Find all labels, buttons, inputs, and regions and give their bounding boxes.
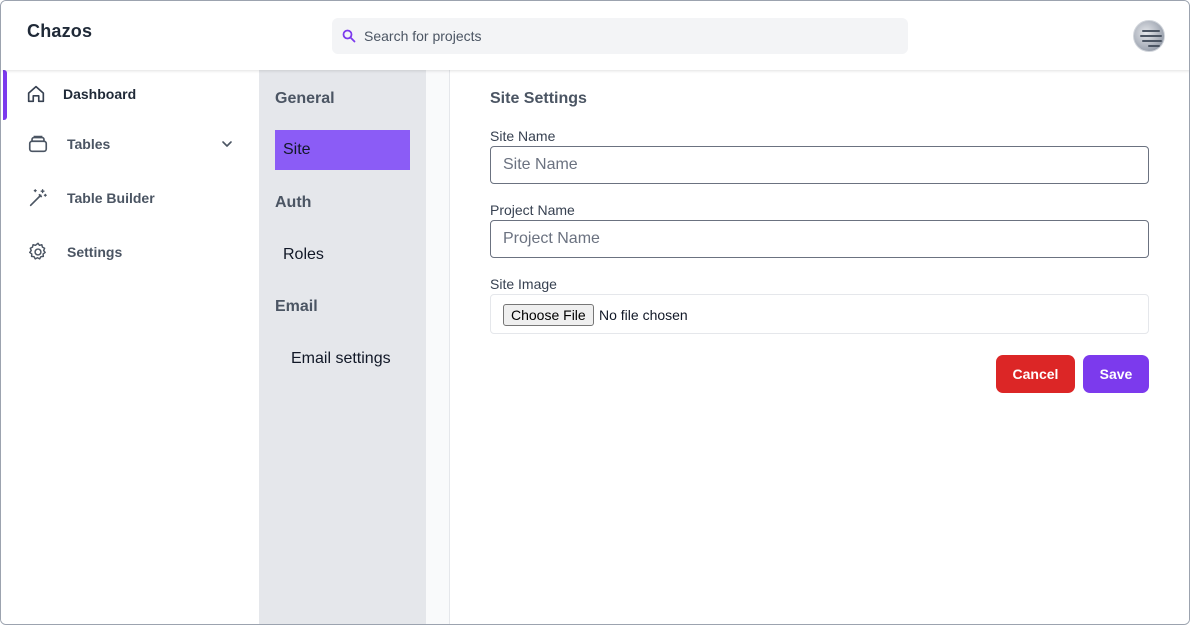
- sidebar-item-dashboard[interactable]: Dashboard: [1, 70, 259, 120]
- search-input[interactable]: [364, 18, 894, 54]
- site-name-input[interactable]: [490, 146, 1149, 184]
- cancel-button[interactable]: Cancel: [996, 355, 1075, 393]
- app-window: Chazos Dashboard: [0, 0, 1190, 625]
- subnav-item-email-settings[interactable]: Email settings: [291, 350, 391, 368]
- site-name-label: Site Name: [490, 128, 556, 144]
- site-image-label: Site Image: [490, 276, 557, 292]
- active-indicator: [3, 70, 7, 120]
- subnav-heading-general: General: [275, 90, 335, 107]
- chevron-down-icon[interactable]: [220, 137, 234, 151]
- brand-logo[interactable]: Chazos: [27, 21, 92, 42]
- gear-icon: [29, 242, 46, 260]
- sidebar-item-label: Tables: [67, 136, 111, 152]
- sidebar-item-table-builder[interactable]: Table Builder: [1, 174, 259, 224]
- sidebar-item-label: Settings: [67, 244, 123, 260]
- magic-wand-icon: [29, 189, 47, 207]
- subnav-item-site[interactable]: Site: [275, 130, 410, 170]
- site-settings-panel: Site Settings Site Name Project Name Sit…: [450, 70, 1189, 624]
- file-status-text: No file chosen: [599, 307, 688, 323]
- choose-file-button[interactable]: Choose File: [503, 304, 594, 326]
- stack-icon: [28, 135, 48, 153]
- subnav-heading-email: Email: [275, 298, 318, 315]
- sidebar-item-settings[interactable]: Settings: [1, 228, 259, 278]
- sidebar-item-label: Dashboard: [63, 86, 137, 102]
- project-name-input[interactable]: [490, 220, 1149, 258]
- project-name-label: Project Name: [490, 202, 575, 218]
- site-image-file-input[interactable]: Choose File No file chosen: [490, 294, 1149, 334]
- home-icon: [27, 85, 45, 103]
- search-icon: [342, 29, 356, 43]
- settings-subnav: General Site Auth Roles Email Email sett…: [259, 70, 426, 624]
- sidebar-item-tables[interactable]: Tables: [1, 120, 259, 170]
- subnav-item-roles[interactable]: Roles: [283, 246, 324, 264]
- user-avatar[interactable]: [1133, 20, 1165, 52]
- subnav-heading-auth: Auth: [275, 194, 312, 211]
- save-button[interactable]: Save: [1083, 355, 1149, 393]
- sidebar: Dashboard Tables Table Builder Settings: [1, 70, 259, 624]
- sidebar-item-label: Table Builder: [67, 190, 155, 206]
- top-header: Chazos: [1, 1, 1189, 70]
- page-title: Site Settings: [490, 90, 587, 107]
- search-bar[interactable]: [332, 18, 908, 54]
- panel-divider: [426, 70, 450, 624]
